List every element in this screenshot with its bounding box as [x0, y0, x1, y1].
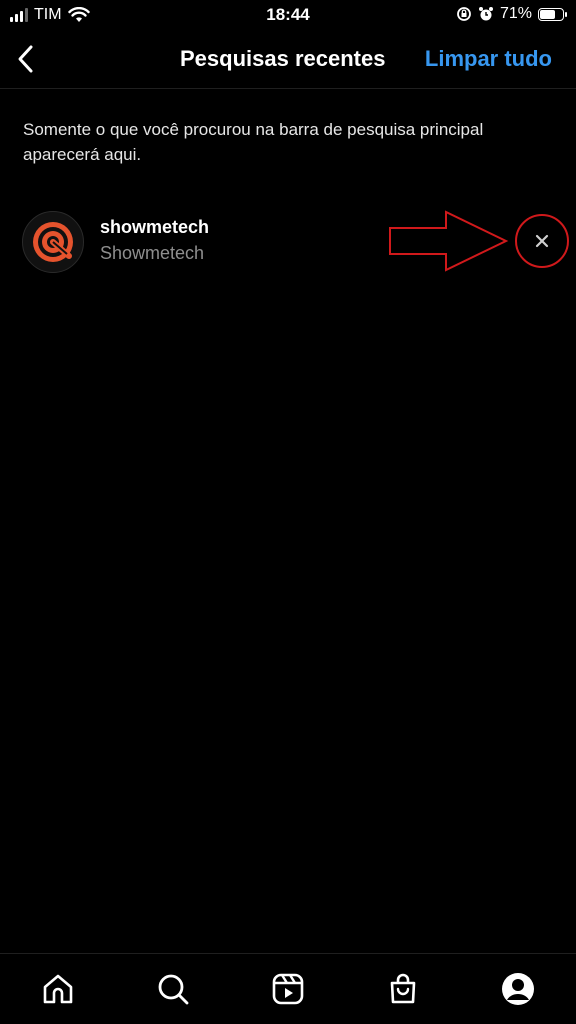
- back-button[interactable]: [14, 42, 44, 76]
- nav-shop[interactable]: [379, 965, 427, 1013]
- battery-percent: 71%: [499, 5, 532, 22]
- battery-icon: [538, 7, 567, 21]
- alarm-icon: [478, 7, 493, 21]
- bottom-nav: [0, 953, 576, 1024]
- nav-home[interactable]: [34, 965, 82, 1013]
- page-title: Pesquisas recentes: [180, 46, 386, 71]
- remove-search-button[interactable]: [515, 214, 569, 268]
- showmetech-logo-icon: [33, 222, 73, 262]
- nav-profile[interactable]: [494, 965, 542, 1013]
- home-icon: [43, 974, 72, 1004]
- result-username: showmetech: [100, 217, 210, 237]
- rotation-lock-icon: [457, 7, 471, 21]
- nav-reels[interactable]: [264, 965, 312, 1013]
- shop-icon: [390, 973, 416, 1004]
- avatar[interactable]: [22, 211, 84, 273]
- nav-search[interactable]: [149, 965, 197, 1013]
- annotation-arrow-icon: [389, 210, 509, 272]
- status-right: 71%: [456, 5, 567, 23]
- status-bar: TIM 18:44 71%: [0, 0, 576, 30]
- battery-fill: [540, 9, 555, 19]
- chevron-left-icon: [18, 45, 33, 73]
- header: Pesquisas recentes Limpar tudo: [0, 30, 576, 89]
- clear-all-button[interactable]: Limpar tudo: [425, 46, 552, 72]
- close-icon: [515, 214, 569, 268]
- info-text: Somente o que você procurou na barra de …: [23, 120, 484, 164]
- result-fullname: Showmetech: [100, 243, 205, 263]
- profile-icon: [502, 973, 535, 1005]
- search-icon: [158, 974, 189, 1005]
- reels-icon: [272, 973, 304, 1005]
